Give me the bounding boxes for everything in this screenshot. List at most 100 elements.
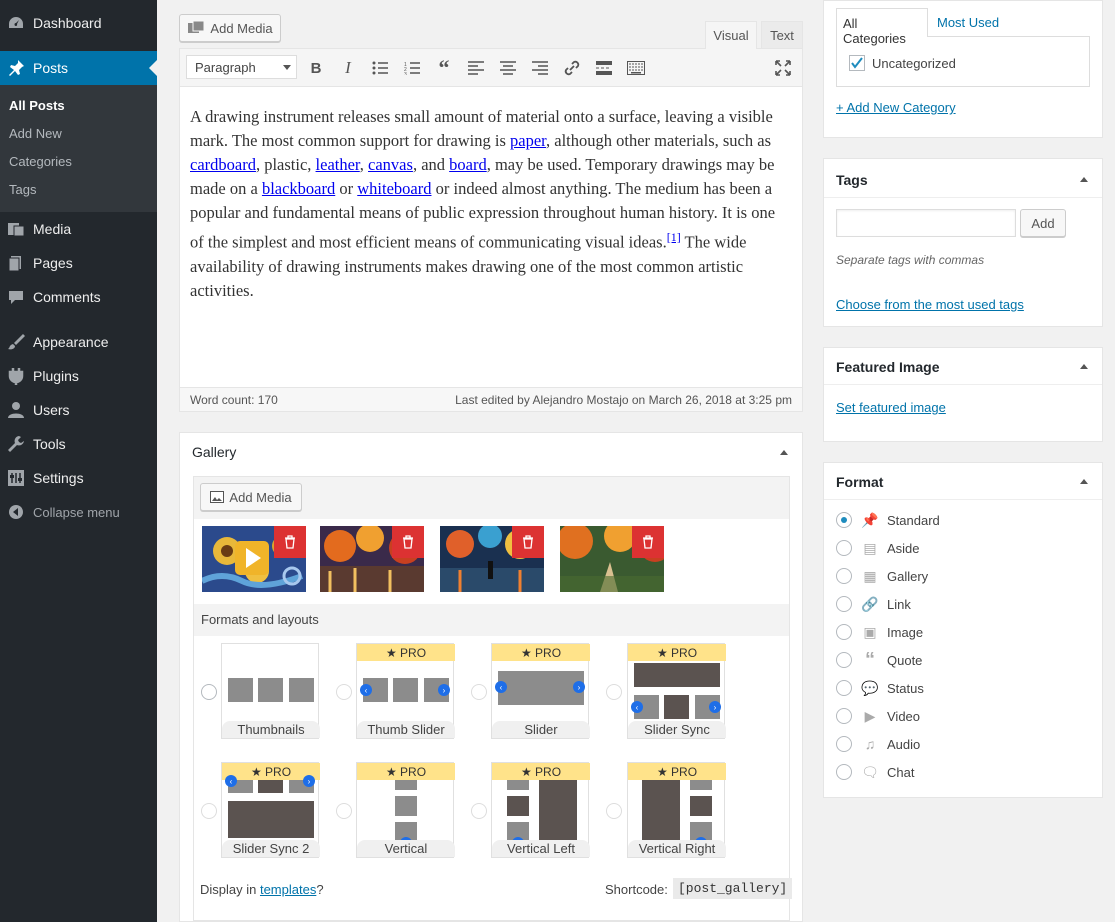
- format-option-aside[interactable]: ▤ Aside: [836, 539, 920, 557]
- menu-media[interactable]: Media: [0, 212, 157, 246]
- delete-image-button[interactable]: [632, 526, 664, 558]
- link-icon[interactable]: [562, 58, 582, 78]
- layout-radio-thumb-slider[interactable]: [336, 684, 352, 700]
- layout-radio-vertical-left[interactable]: [471, 803, 487, 819]
- choose-tags-link[interactable]: Choose from the most used tags: [836, 297, 1024, 312]
- reference-link[interactable]: [1]: [667, 230, 681, 244]
- layout-radio-slider[interactable]: [471, 684, 487, 700]
- add-media-button[interactable]: Add Media: [179, 14, 281, 42]
- format-radio[interactable]: [836, 736, 852, 752]
- layout-radio-slider-sync-2[interactable]: [201, 803, 217, 819]
- layout-thumb-slider[interactable]: ★ PRO ‹ › Thumb Slider: [356, 643, 455, 739]
- layout-vertical-right[interactable]: ★ PRO ⌄ Vertical Right: [627, 762, 726, 858]
- submenu-tags[interactable]: Tags: [9, 182, 36, 197]
- add-tag-button[interactable]: Add: [1020, 209, 1066, 237]
- link-leather[interactable]: leather: [316, 155, 360, 174]
- read-more-icon[interactable]: [594, 58, 614, 78]
- link-cardboard[interactable]: cardboard: [190, 155, 256, 174]
- bullet-list-icon[interactable]: [370, 58, 390, 78]
- delete-image-button[interactable]: [392, 526, 424, 558]
- layout-vertical-left[interactable]: ★ PRO ⌄ Vertical Left: [491, 762, 590, 858]
- format-option-image[interactable]: ▣ Image: [836, 623, 923, 641]
- align-center-icon[interactable]: [498, 58, 518, 78]
- layout-radio-slider-sync[interactable]: [606, 684, 622, 700]
- format-radio[interactable]: [836, 568, 852, 584]
- layout-radio-thumbnails[interactable]: [201, 684, 217, 700]
- gallery-thumbnail[interactable]: [440, 526, 544, 592]
- set-featured-image-link[interactable]: Set featured image: [836, 400, 946, 415]
- gallery-thumbnail[interactable]: [202, 526, 306, 592]
- collapse-arrow-icon[interactable]: [1080, 479, 1088, 484]
- format-select[interactable]: Paragraph: [186, 55, 297, 79]
- collapse-arrow-icon[interactable]: [780, 450, 788, 455]
- shortcode-value[interactable]: [post_gallery]: [673, 878, 793, 899]
- menu-posts[interactable]: Posts: [0, 51, 157, 85]
- layout-vertical[interactable]: ★ PRO ⌄ Vertical: [356, 762, 455, 858]
- add-new-category-link[interactable]: + Add New Category: [836, 100, 956, 115]
- menu-plugins[interactable]: Plugins: [0, 359, 157, 393]
- collapse-menu-button[interactable]: Collapse menu: [0, 495, 157, 529]
- format-option-quote[interactable]: “ Quote: [836, 649, 922, 671]
- tab-all-categories[interactable]: All Categories: [836, 8, 928, 46]
- templates-link[interactable]: templates: [260, 882, 316, 897]
- layout-radio-vertical[interactable]: [336, 803, 352, 819]
- menu-appearance[interactable]: Appearance: [0, 325, 157, 359]
- link-canvas[interactable]: canvas: [368, 155, 413, 174]
- fullscreen-icon[interactable]: [773, 58, 793, 78]
- layout-label: Slider Sync 2: [222, 840, 320, 857]
- format-option-link[interactable]: 🔗 Link: [836, 595, 911, 613]
- menu-dashboard[interactable]: Dashboard: [0, 6, 157, 40]
- format-radio[interactable]: [836, 596, 852, 612]
- format-option-standard[interactable]: 📌 Standard: [836, 511, 940, 529]
- bold-icon[interactable]: B: [306, 58, 326, 78]
- format-option-video[interactable]: ▶ Video: [836, 707, 920, 725]
- layout-thumbnails[interactable]: Thumbnails: [221, 643, 320, 739]
- gallery-thumbnail[interactable]: [320, 526, 424, 592]
- submenu-categories[interactable]: Categories: [9, 154, 72, 169]
- format-radio[interactable]: [836, 680, 852, 696]
- format-option-status[interactable]: 💬 Status: [836, 679, 924, 697]
- tab-visual[interactable]: Visual: [705, 21, 757, 49]
- tab-most-used[interactable]: Most Used: [937, 15, 999, 30]
- format-radio[interactable]: [836, 764, 852, 780]
- format-option-chat[interactable]: 🗨 Chat: [836, 763, 914, 781]
- tab-text[interactable]: Text: [761, 21, 803, 49]
- link-whiteboard[interactable]: whiteboard: [357, 179, 431, 198]
- link-blackboard[interactable]: blackboard: [262, 179, 335, 198]
- align-left-icon[interactable]: [466, 58, 486, 78]
- italic-icon[interactable]: I: [338, 58, 358, 78]
- delete-image-button[interactable]: [512, 526, 544, 558]
- gallery-add-media-button[interactable]: Add Media: [200, 483, 302, 511]
- layout-slider[interactable]: ★ PRO ‹ › Slider: [491, 643, 590, 739]
- layout-radio-vertical-right[interactable]: [606, 803, 622, 819]
- submenu-add-new[interactable]: Add New: [9, 126, 62, 141]
- format-option-gallery[interactable]: ▦ Gallery: [836, 567, 928, 585]
- format-radio[interactable]: [836, 512, 852, 528]
- menu-settings[interactable]: Settings: [0, 461, 157, 495]
- tag-input[interactable]: [836, 209, 1016, 237]
- category-checkbox[interactable]: [849, 55, 865, 71]
- link-paper[interactable]: paper: [510, 131, 546, 150]
- layout-slider-sync-2[interactable]: ★ PRO ‹ › Slider Sync 2: [221, 762, 320, 858]
- format-option-audio[interactable]: ♫ Audio: [836, 735, 920, 753]
- layout-slider-sync[interactable]: ★ PRO ‹ › Slider Sync: [627, 643, 726, 739]
- numbered-list-icon[interactable]: 123: [402, 58, 422, 78]
- collapse-arrow-icon[interactable]: [1080, 177, 1088, 182]
- menu-tools[interactable]: Tools: [0, 427, 157, 461]
- format-radio[interactable]: [836, 624, 852, 640]
- menu-comments[interactable]: Comments: [0, 280, 157, 314]
- format-radio[interactable]: [836, 708, 852, 724]
- submenu-all-posts[interactable]: All Posts: [9, 98, 65, 113]
- delete-image-button[interactable]: [274, 526, 306, 558]
- collapse-arrow-icon[interactable]: [1080, 364, 1088, 369]
- menu-users[interactable]: Users: [0, 393, 157, 427]
- menu-pages[interactable]: Pages: [0, 246, 157, 280]
- post-content[interactable]: A drawing instrument releases small amou…: [190, 105, 780, 303]
- format-radio[interactable]: [836, 652, 852, 668]
- toolbar-toggle-icon[interactable]: [626, 58, 646, 78]
- gallery-thumbnail[interactable]: [560, 526, 664, 592]
- format-radio[interactable]: [836, 540, 852, 556]
- align-right-icon[interactable]: [530, 58, 550, 78]
- blockquote-icon[interactable]: “: [434, 55, 454, 80]
- link-board[interactable]: board: [449, 155, 487, 174]
